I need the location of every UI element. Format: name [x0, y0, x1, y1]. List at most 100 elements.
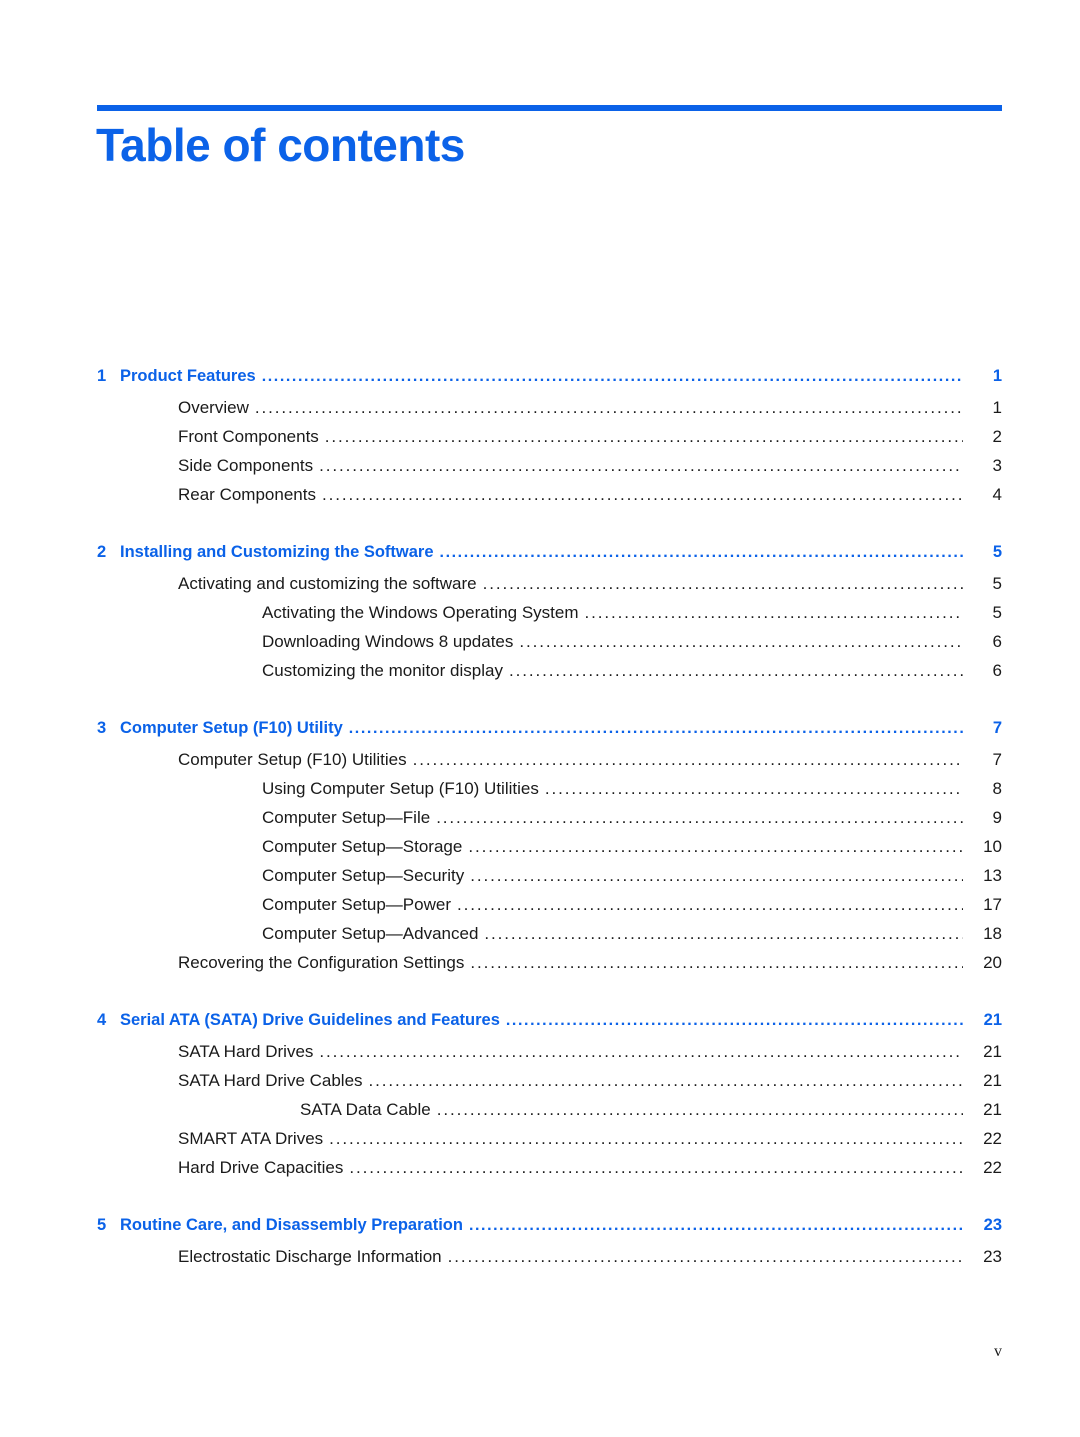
toc-page-number: 7	[992, 750, 1002, 769]
toc-page-number: 22	[983, 1158, 1002, 1177]
toc-entry-label: Activating and customizing the software	[178, 574, 477, 593]
toc-entry-label: Product Features	[120, 367, 256, 385]
toc-page-number: 2	[992, 427, 1002, 446]
toc-page-number: 4	[992, 485, 1002, 504]
toc-entry-row[interactable]: Activating the Windows Operating System 5	[97, 603, 1002, 632]
toc-entry-row[interactable]: SATA Hard Drive Cables 21	[97, 1071, 1002, 1100]
toc-dot-leader	[519, 633, 963, 650]
toc-dot-leader	[329, 1130, 963, 1147]
toc-entry-row[interactable]: Using Computer Setup (F10) Utilities 8	[97, 779, 1002, 808]
toc-page-number: 21	[983, 1042, 1002, 1061]
toc-page-number: 21	[983, 1071, 1002, 1090]
title-rule	[97, 105, 1002, 111]
toc-dot-leader	[509, 662, 963, 679]
toc-page-number: 21	[983, 1100, 1002, 1119]
toc-page-number: 1	[992, 367, 1002, 385]
toc-entry-label: Activating the Windows Operating System	[262, 603, 579, 622]
toc-entry-row[interactable]: Overview 1	[97, 398, 1002, 427]
toc-page-number: 9	[992, 808, 1002, 827]
toc-chapter-row[interactable]: 5 Routine Care, and Disassembly Preparati…	[97, 1216, 1002, 1247]
toc-page-number: 10	[983, 837, 1002, 856]
toc-entry-row[interactable]: SATA Data Cable 21	[97, 1100, 1002, 1129]
toc-entry-row[interactable]: Computer Setup—File 9	[97, 808, 1002, 837]
toc-page-number: 1	[992, 398, 1002, 417]
toc-dot-leader	[262, 369, 963, 385]
toc-chapter-number: 4	[97, 1011, 107, 1029]
toc-entry-row[interactable]: Electrostatic Discharge Information 23	[97, 1247, 1002, 1276]
toc-entry-label: Routine Care, and Disassembly Preparatio…	[120, 1216, 463, 1234]
toc-dot-leader	[369, 1072, 963, 1089]
toc-dot-leader	[349, 721, 963, 737]
toc-dot-leader	[440, 545, 963, 561]
toc-dot-leader	[506, 1013, 963, 1029]
toc-entry-row[interactable]: Customizing the monitor display 6	[97, 661, 1002, 690]
toc-dot-leader	[470, 954, 963, 971]
toc-page-number: 5	[992, 543, 1002, 561]
toc-chapter-row[interactable]: 2 Installing and Customizing the Software…	[97, 543, 1002, 574]
table-of-contents: 1 Product Features 1 Overview 1 Front Compone…	[0, 367, 1080, 1276]
toc-entry-row[interactable]: Computer Setup—Advanced 18	[97, 924, 1002, 953]
toc-entry-row[interactable]: Recovering the Configuration Settings 20	[97, 953, 1002, 982]
toc-dot-leader	[457, 896, 963, 913]
toc-page: Table of contents 1Product Features1Over…	[0, 0, 1080, 1437]
toc-entry-row[interactable]: Hard Drive Capacities 22	[97, 1158, 1002, 1187]
toc-entry-row[interactable]: Computer Setup—Power 17	[97, 895, 1002, 924]
toc-entry-label: Computer Setup (F10) Utility	[120, 719, 343, 737]
toc-entry-label: Computer Setup—File	[262, 808, 431, 827]
toc-page-number: 13	[983, 866, 1002, 885]
toc-chapter-number: 1	[97, 367, 107, 385]
toc-entry-label: Computer Setup—Advanced	[262, 924, 479, 943]
toc-entry-row[interactable]: Computer Setup (F10) Utilities 7	[97, 750, 1002, 779]
toc-chapter-row[interactable]: 4 Serial ATA (SATA) Drive Guidelines and …	[97, 1011, 1002, 1042]
page-title: Table of contents	[96, 119, 465, 171]
toc-page-number: 6	[992, 632, 1002, 651]
toc-page-number: 23	[983, 1216, 1002, 1234]
toc-page-number: 5	[992, 574, 1002, 593]
toc-dot-leader	[319, 1043, 963, 1060]
toc-entry-label: Recovering the Configuration Settings	[178, 953, 465, 972]
toc-page-number: 3	[992, 456, 1002, 475]
toc-chapter-number: 2	[97, 543, 107, 561]
toc-entry-row[interactable]: Computer Setup—Security 13	[97, 866, 1002, 895]
toc-entry-label: Downloading Windows 8 updates	[262, 632, 514, 651]
toc-entry-label: Computer Setup—Power	[262, 895, 451, 914]
toc-page-number: 22	[983, 1129, 1002, 1148]
toc-entry-row[interactable]: Side Components 3	[97, 456, 1002, 485]
toc-entry-label: Serial ATA (SATA) Drive Guidelines and F…	[120, 1011, 500, 1029]
toc-entry-label: Electrostatic Discharge Information	[178, 1247, 442, 1266]
toc-entry-row[interactable]: Rear Components 4	[97, 485, 1002, 514]
toc-page-number: 23	[983, 1247, 1002, 1266]
toc-entry-label: Computer Setup (F10) Utilities	[178, 750, 407, 769]
toc-page-number: 20	[983, 953, 1002, 972]
toc-entry-label: Rear Components	[178, 485, 316, 504]
toc-dot-leader	[319, 457, 963, 474]
toc-entry-row[interactable]: Downloading Windows 8 updates 6	[97, 632, 1002, 661]
toc-entry-row[interactable]: Computer Setup—Storage 10	[97, 837, 1002, 866]
toc-chapter-row[interactable]: 3 Computer Setup (F10) Utility 7	[97, 719, 1002, 750]
toc-entry-label: SATA Hard Drives	[178, 1042, 314, 1061]
toc-entry-label: Customizing the monitor display	[262, 661, 503, 680]
toc-dot-leader	[436, 809, 963, 826]
toc-dot-leader	[585, 604, 963, 621]
toc-entry-label: Using Computer Setup (F10) Utilities	[262, 779, 539, 798]
toc-dot-leader	[469, 1218, 963, 1234]
toc-entry-row[interactable]: SATA Hard Drives 21	[97, 1042, 1002, 1071]
toc-entry-label: Computer Setup—Security	[262, 866, 465, 885]
toc-dot-leader	[325, 428, 963, 445]
toc-page-number: 18	[983, 924, 1002, 943]
toc-page-number: 7	[992, 719, 1002, 737]
toc-entry-row[interactable]: SMART ATA Drives 22	[97, 1129, 1002, 1158]
toc-entry-label: SMART ATA Drives	[178, 1129, 324, 1148]
toc-chapter-number: 3	[97, 719, 107, 737]
toc-chapter-number: 5	[97, 1216, 107, 1234]
toc-dot-leader	[413, 751, 963, 768]
toc-dot-leader	[545, 780, 963, 797]
toc-dot-leader	[468, 838, 963, 855]
toc-chapter-row[interactable]: 1 Product Features 1	[97, 367, 1002, 398]
toc-entry-row[interactable]: Front Components 2	[97, 427, 1002, 456]
toc-entry-row[interactable]: Activating and customizing the software 5	[97, 574, 1002, 603]
toc-dot-leader	[255, 399, 963, 416]
toc-dot-leader	[322, 486, 963, 503]
toc-dot-leader	[437, 1101, 963, 1118]
toc-dot-leader	[349, 1159, 963, 1176]
